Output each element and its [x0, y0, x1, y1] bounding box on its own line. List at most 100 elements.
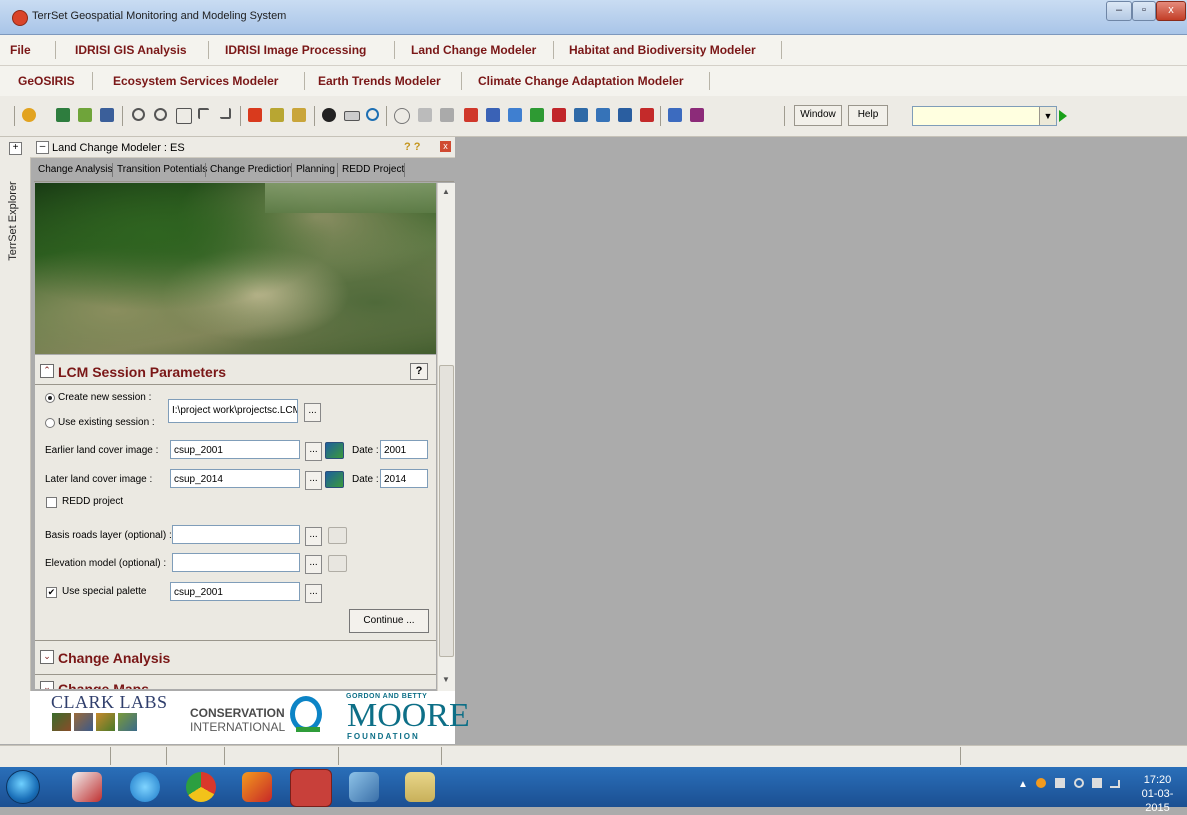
help-menu-button[interactable]: Help [848, 105, 888, 126]
menu-idrisi-image-processing[interactable]: IDRISI Image Processing [225, 43, 366, 57]
scrollbar-thumb[interactable] [439, 365, 454, 657]
measure-icon[interactable] [344, 111, 360, 121]
elevation-browse-button[interactable]: ... [305, 555, 322, 574]
ccleaner-icon[interactable] [242, 772, 272, 802]
layer-icon[interactable] [100, 108, 114, 122]
earlier-image-field[interactable]: csup_2001 [170, 440, 300, 459]
expand-icon[interactable]: + [9, 142, 22, 155]
display-launcher-icon[interactable] [56, 108, 70, 122]
elevation-model-field[interactable] [172, 553, 300, 572]
scissors-icon[interactable] [418, 108, 432, 122]
signal-icon[interactable] [1110, 780, 1120, 788]
scroll-up-icon[interactable]: ▲ [442, 187, 450, 196]
session-path-field[interactable]: I:\project work\projectsc.LCM [168, 399, 298, 423]
zoom-out-icon[interactable] [154, 108, 167, 121]
create-new-session-radio[interactable] [45, 393, 55, 403]
tab-change-prediction[interactable]: Change Prediction [210, 164, 292, 175]
link-icon[interactable] [292, 108, 306, 122]
tab-change-analysis[interactable]: Change Analysis [38, 164, 113, 175]
tray-sync-icon[interactable] [1074, 778, 1084, 788]
chrome-icon[interactable] [186, 772, 216, 802]
earlier-date-field[interactable]: 2001 [380, 440, 428, 459]
panel-scrollbar[interactable]: ▲ ▼ [437, 183, 455, 693]
menu-idrisi-gis-analysis[interactable]: IDRISI GIS Analysis [75, 43, 187, 57]
collapse-section-icon[interactable]: ⌃ [40, 364, 54, 378]
palette-browse-button[interactable]: ... [305, 584, 322, 603]
display-map-icon[interactable] [325, 442, 344, 459]
tray-device-icon[interactable] [1055, 778, 1065, 788]
change-maps-title[interactable]: Change Maps [58, 681, 149, 689]
clock[interactable]: 17:20 01-03-2015 [1130, 773, 1185, 815]
run-icon[interactable] [1059, 110, 1067, 122]
zoom-in-icon[interactable] [132, 108, 145, 121]
window-menu-button[interactable]: Window [794, 105, 842, 126]
expand-section-icon[interactable]: ⌄ [40, 650, 54, 664]
minimize-button[interactable]: – [1106, 1, 1132, 21]
tab-planning[interactable]: Planning [296, 164, 335, 175]
table-icon[interactable] [574, 108, 588, 122]
roads-browse-button[interactable]: ... [305, 527, 322, 546]
earlier-browse-button[interactable]: ... [305, 442, 322, 461]
crosshair-icon[interactable] [394, 108, 410, 124]
pan-icon[interactable] [198, 108, 209, 119]
open-file-icon[interactable] [22, 108, 36, 122]
continue-button[interactable]: Continue ... [349, 609, 429, 633]
paint-icon[interactable] [349, 772, 379, 802]
roads-layer-field[interactable] [172, 525, 300, 544]
collapse-icon[interactable]: – [36, 141, 49, 154]
zoom-window-icon[interactable] [176, 108, 192, 124]
tray-expand-icon[interactable]: ▲ [1018, 779, 1028, 790]
later-image-field[interactable]: csup_2014 [170, 469, 300, 488]
menu-land-change-modeler[interactable]: Land Change Modeler [411, 43, 536, 57]
change-analysis-title[interactable]: Change Analysis [58, 650, 170, 666]
list-icon[interactable] [618, 108, 632, 122]
lcm-help-button[interactable]: ? [410, 363, 428, 380]
scroll-down-icon[interactable]: ▼ [442, 675, 450, 684]
tray-app-icon[interactable] [1036, 778, 1046, 788]
display-map-icon[interactable] [325, 471, 344, 488]
wave-icon[interactable] [508, 108, 522, 122]
maximize-button[interactable]: ▫ [1132, 1, 1156, 21]
special-palette-checkbox[interactable]: ✔ [46, 587, 57, 598]
profile-icon[interactable] [530, 108, 544, 122]
later-date-field[interactable]: 2014 [380, 469, 428, 488]
histogram-icon[interactable] [486, 108, 500, 122]
modeler-icon[interactable] [690, 108, 704, 122]
expand-section-icon[interactable]: ⌄ [40, 681, 54, 689]
flag-icon[interactable] [1092, 778, 1102, 788]
info-icon[interactable] [322, 108, 336, 122]
help-icons[interactable]: ? ? [404, 141, 421, 153]
later-browse-button[interactable]: ... [305, 471, 322, 490]
restore-icon[interactable] [220, 108, 231, 119]
terrset-taskbar-icon[interactable] [290, 769, 332, 807]
redd-project-checkbox[interactable] [46, 497, 57, 508]
explorer-folder-icon[interactable] [405, 772, 435, 802]
terrset-explorer-tab[interactable]: TerrSet Explorer [7, 176, 19, 266]
feature-icon[interactable] [248, 108, 262, 122]
menu-ecosystem-services-modeler[interactable]: Ecosystem Services Modeler [113, 74, 278, 88]
menu-earth-trends-modeler[interactable]: Earth Trends Modeler [318, 74, 441, 88]
circle-icon[interactable] [366, 108, 379, 121]
composer-icon[interactable] [78, 108, 92, 122]
browser-icon[interactable] [130, 772, 160, 802]
eraser-icon[interactable] [640, 108, 654, 122]
import-icon[interactable] [552, 108, 566, 122]
menu-geosiris[interactable]: GeOSIRIS [18, 74, 75, 88]
tab-transition-potentials[interactable]: Transition Potentials [117, 164, 207, 175]
chevron-down-icon[interactable]: ▼ [1039, 107, 1056, 125]
pdf-icon[interactable] [72, 772, 102, 802]
tab-redd-project[interactable]: REDD Project [342, 164, 404, 175]
digitize-icon[interactable] [440, 108, 454, 122]
session-browse-button[interactable]: ... [304, 403, 321, 422]
menu-climate-change-adaptation-modeler[interactable]: Climate Change Adaptation Modeler [478, 74, 684, 88]
grid-icon[interactable] [596, 108, 610, 122]
menu-habitat-biodiversity-modeler[interactable]: Habitat and Biodiversity Modeler [569, 43, 756, 57]
panel-close-icon[interactable]: x [440, 141, 451, 152]
close-button[interactable]: x [1156, 1, 1186, 21]
palette-field[interactable]: csup_2001 [170, 582, 300, 601]
macro-icon[interactable] [668, 108, 682, 122]
start-button[interactable] [6, 770, 40, 804]
use-existing-session-radio[interactable] [45, 418, 55, 428]
gps-icon[interactable] [464, 108, 478, 122]
menu-file[interactable]: File [10, 43, 31, 57]
